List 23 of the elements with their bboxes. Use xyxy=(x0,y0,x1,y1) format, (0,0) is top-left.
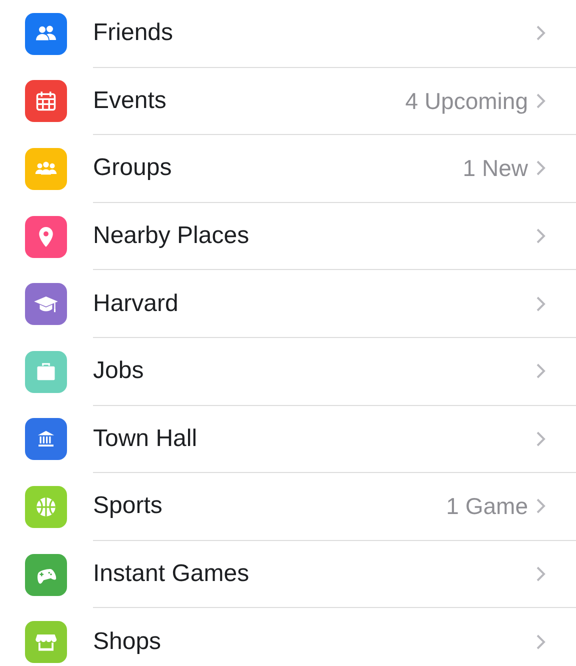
menu-item[interactable]: Friends xyxy=(93,15,536,52)
chevron-icon[interactable] xyxy=(536,160,546,176)
chevron-icon[interactable] xyxy=(536,228,546,244)
chevron-icon[interactable] xyxy=(536,430,546,447)
chevron-icon[interactable] xyxy=(536,566,546,582)
menu-item[interactable]: Instant Games xyxy=(93,556,536,592)
menu-item[interactable]: Sports xyxy=(93,488,446,524)
menu-item-detail: 4 Upcoming xyxy=(405,86,528,116)
menu-item[interactable]: Nearby Places xyxy=(93,218,536,254)
chevron-icon[interactable] xyxy=(536,25,546,42)
menu-item[interactable]: Shops xyxy=(93,624,536,660)
menu-item[interactable]: Harvard xyxy=(93,286,536,322)
menu-item-detail: 1 New xyxy=(462,154,528,184)
menu-item[interactable]: Events xyxy=(93,82,406,119)
chevron-icon[interactable] xyxy=(536,296,546,312)
chevron-icon[interactable] xyxy=(536,498,546,514)
menu-item[interactable]: Jobs xyxy=(93,353,536,390)
chevron-icon[interactable] xyxy=(536,634,546,650)
chevron-icon[interactable] xyxy=(536,92,546,109)
chevron-icon[interactable] xyxy=(536,363,546,380)
menu-item[interactable]: Groups xyxy=(93,150,463,186)
menu-item-detail: 1 Game xyxy=(446,492,528,522)
menu-item[interactable]: Town Hall xyxy=(93,420,536,457)
